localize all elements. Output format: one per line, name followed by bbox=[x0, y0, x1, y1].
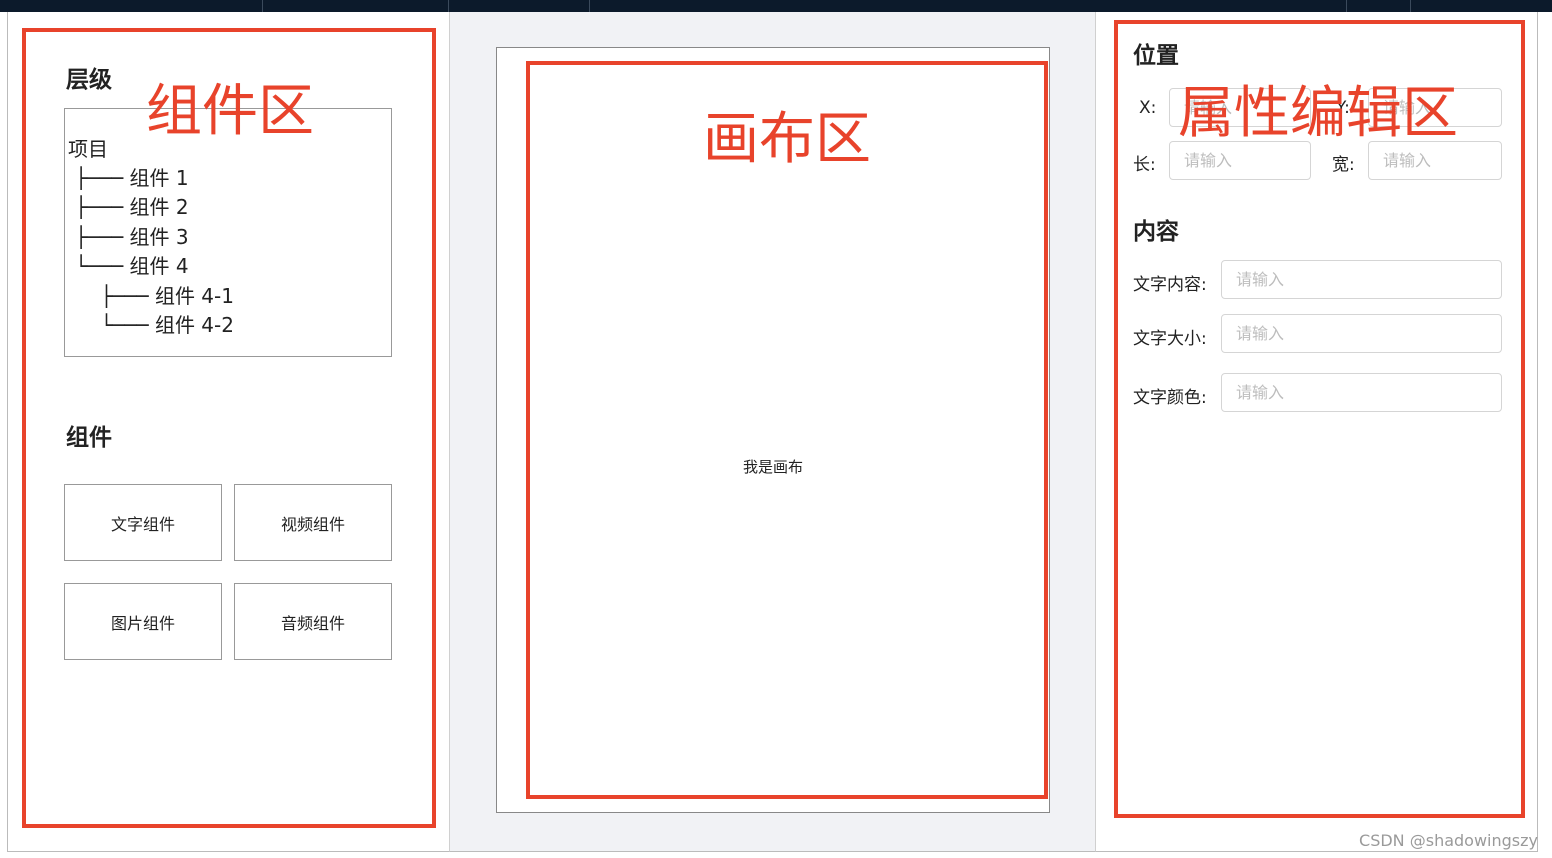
toolbar-divider bbox=[448, 0, 449, 12]
property-area-annotation-label: 属性编辑区 bbox=[1178, 81, 1458, 146]
component-area-annotation-box bbox=[22, 28, 436, 828]
toolbar-divider bbox=[1346, 0, 1347, 12]
top-toolbar bbox=[0, 0, 1552, 12]
canvas-area-annotation-label: 画布区 bbox=[703, 107, 871, 172]
toolbar-divider bbox=[589, 0, 590, 12]
toolbar-divider bbox=[1410, 0, 1411, 12]
component-area-annotation-label: 组件区 bbox=[146, 79, 314, 144]
watermark: CSDN @shadowingszy bbox=[1359, 831, 1538, 850]
toolbar-divider bbox=[262, 0, 263, 12]
